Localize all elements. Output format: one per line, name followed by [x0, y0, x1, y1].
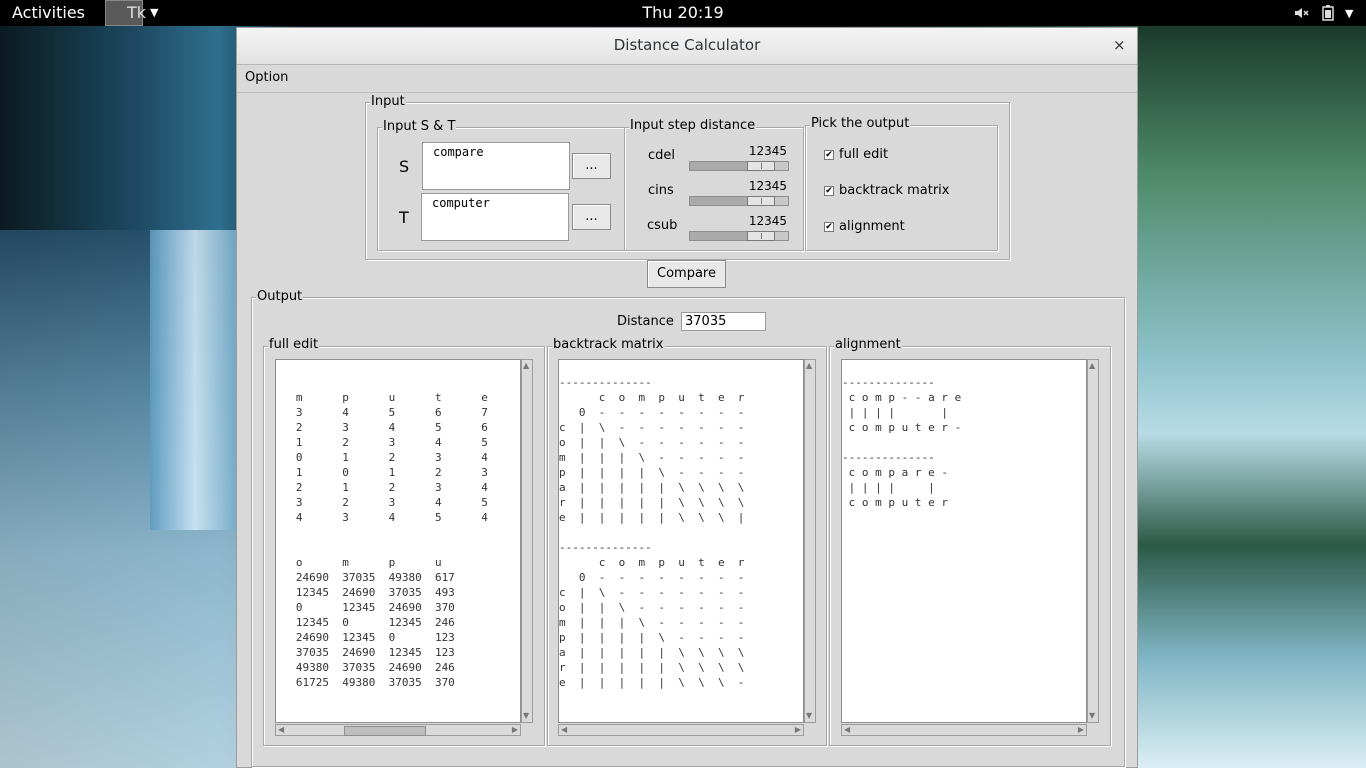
- cins-value: 12345: [748, 179, 787, 193]
- pick-output-label: Pick the output: [810, 116, 911, 131]
- menu-bar: Option: [237, 65, 1137, 93]
- clock[interactable]: Thu 20:19: [0, 3, 1366, 22]
- s-label: S: [399, 157, 410, 176]
- scroll-right-icon[interactable]: ▶: [795, 725, 801, 735]
- cdel-slider-fill: [690, 162, 747, 170]
- csub-slider-fill: [690, 232, 747, 240]
- csub-value: 12345: [748, 214, 787, 228]
- top-bar: Activities Tk ▼ Thu 20:19 ▼: [0, 0, 1366, 26]
- distance-label: Distance: [617, 314, 674, 329]
- alignment-text: -------------- c o m p - - a r e | | | |…: [842, 376, 962, 509]
- alignment-hscrollbar[interactable]: ◀ ▶: [841, 724, 1087, 736]
- s-input[interactable]: compare: [422, 142, 570, 190]
- backtrack-matrix-option-label[interactable]: backtrack matrix: [839, 183, 950, 198]
- cins-slider-thumb[interactable]: [747, 196, 775, 206]
- scroll-left-icon[interactable]: ◀: [561, 725, 567, 735]
- volume-muted-icon[interactable]: [1293, 5, 1309, 25]
- full-edit-hscrollbar[interactable]: ◀ ▶: [275, 724, 521, 736]
- title-bar: Distance Calculator ×: [237, 28, 1137, 65]
- scroll-down-icon[interactable]: ▼: [806, 711, 812, 721]
- wallpaper-falls: [150, 230, 240, 530]
- t-label: T: [399, 208, 409, 227]
- t-input[interactable]: computer: [421, 193, 569, 241]
- alignment-textarea[interactable]: -------------- c o m p - - a r e | | | |…: [841, 359, 1087, 723]
- backtrack-matrix-frame-label: backtrack matrix: [552, 337, 665, 352]
- s-browse-button[interactable]: ...: [572, 153, 611, 179]
- scroll-left-icon[interactable]: ◀: [844, 725, 850, 735]
- window-title: Distance Calculator: [613, 36, 761, 54]
- csub-slider[interactable]: [689, 231, 789, 241]
- close-icon[interactable]: ×: [1113, 36, 1126, 54]
- csub-slider-thumb[interactable]: [747, 231, 775, 241]
- scroll-down-icon[interactable]: ▼: [1089, 711, 1095, 721]
- scroll-up-icon[interactable]: ▲: [1089, 361, 1095, 371]
- step-distance-label: Input step distance: [629, 118, 757, 133]
- csub-label: csub: [647, 218, 678, 233]
- full-edit-frame-label: full edit: [268, 337, 320, 352]
- backtrack-matrix-text: -------------- c o m p u t e r 0 - - - -…: [559, 376, 745, 689]
- backtrack-matrix-textarea[interactable]: -------------- c o m p u t e r 0 - - - -…: [558, 359, 804, 723]
- cdel-value: 12345: [748, 144, 787, 158]
- backtrack-vscrollbar[interactable]: ▲ ▼: [804, 359, 816, 723]
- scroll-right-icon[interactable]: ▶: [1078, 725, 1084, 735]
- compare-button[interactable]: Compare: [647, 260, 726, 288]
- input-frame-label: Input: [370, 94, 406, 109]
- distance-calculator-window: Distance Calculator × Option Input Input…: [236, 27, 1138, 768]
- output-frame-label: Output: [256, 289, 304, 304]
- backtrack-matrix-checkbox[interactable]: ✔: [824, 186, 834, 196]
- backtrack-hscrollbar[interactable]: ◀ ▶: [558, 724, 804, 736]
- menu-option[interactable]: Option: [245, 70, 288, 85]
- scroll-right-icon[interactable]: ▶: [512, 725, 518, 735]
- cdel-slider-thumb[interactable]: [747, 161, 775, 171]
- scroll-down-icon[interactable]: ▼: [523, 711, 529, 721]
- scroll-left-icon[interactable]: ◀: [278, 725, 284, 735]
- cdel-slider[interactable]: [689, 161, 789, 171]
- alignment-option-label[interactable]: alignment: [839, 219, 905, 234]
- t-browse-button[interactable]: ...: [572, 204, 611, 230]
- scroll-up-icon[interactable]: ▲: [806, 361, 812, 371]
- cins-slider-fill: [690, 197, 747, 205]
- wallpaper-waterfall-right: [1138, 26, 1366, 768]
- cins-slider[interactable]: [689, 196, 789, 206]
- input-st-label: Input S & T: [382, 119, 457, 134]
- full-edit-checkbox[interactable]: ✔: [824, 150, 834, 160]
- alignment-frame-label: alignment: [834, 337, 902, 352]
- cins-label: cins: [648, 183, 674, 198]
- distance-field[interactable]: 37035: [681, 312, 766, 331]
- full-edit-text: m p u t e 3 4 5 6 7 2 3 4 5 6 1 2 3 4 5 …: [295, 391, 488, 689]
- alignment-checkbox[interactable]: ✔: [824, 222, 834, 232]
- alignment-vscrollbar[interactable]: ▲ ▼: [1087, 359, 1099, 723]
- cdel-label: cdel: [648, 148, 676, 163]
- full-edit-hscroll-thumb[interactable]: [344, 726, 426, 736]
- scroll-up-icon[interactable]: ▲: [523, 361, 529, 371]
- system-menu-icon[interactable]: ▼: [1345, 7, 1353, 20]
- battery-icon[interactable]: [1322, 5, 1334, 25]
- full-edit-textarea[interactable]: m p u t e 3 4 5 6 7 2 3 4 5 6 1 2 3 4 5 …: [275, 359, 521, 723]
- full-edit-vscrollbar[interactable]: ▲ ▼: [521, 359, 533, 723]
- full-edit-option-label[interactable]: full edit: [839, 147, 888, 162]
